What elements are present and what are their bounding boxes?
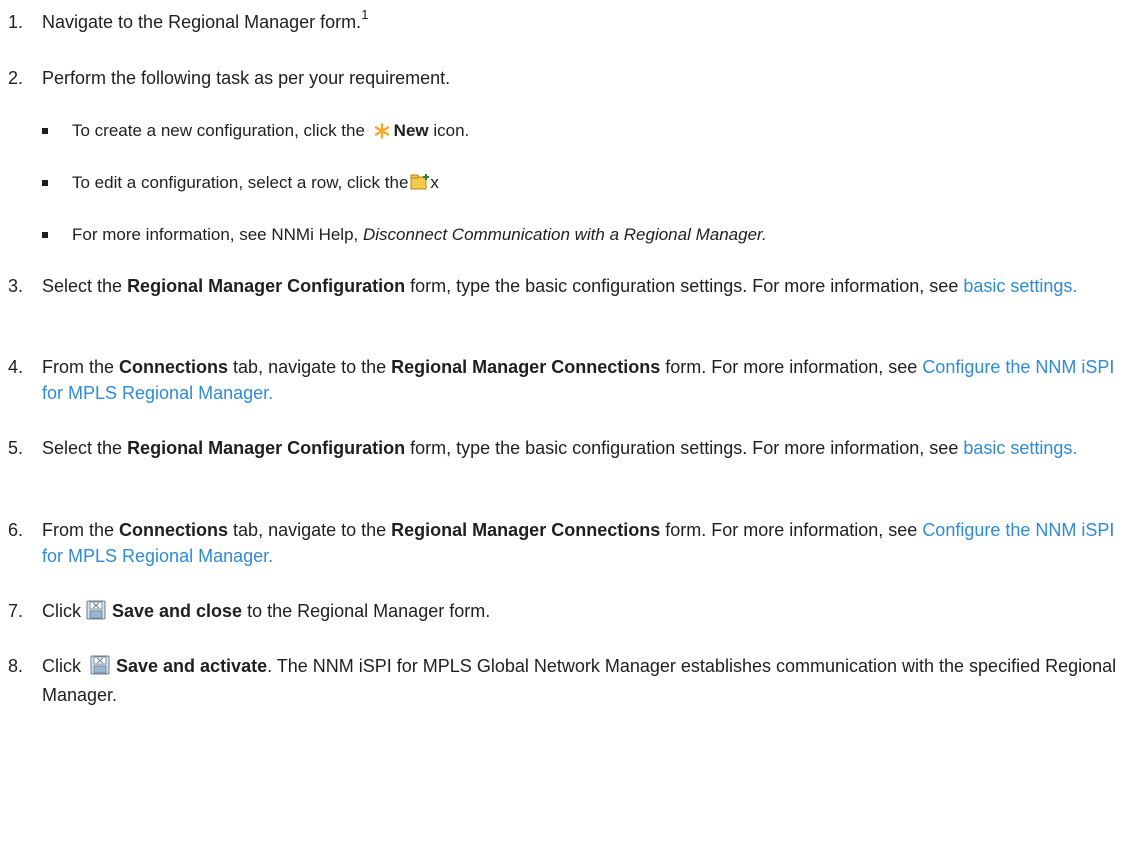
step-text: Navigate to the Regional Manager form. [42,12,362,32]
footnote-ref[interactable]: 1 [361,7,368,22]
bullet [42,232,48,238]
basic-settings-link[interactable]: basic settings. [963,276,1077,296]
new-star-icon[interactable] [374,121,390,147]
step-text: Perform the following task as per your r… [42,68,451,88]
step-number: 7. [8,601,24,621]
new-label: New [393,121,429,140]
save-icon[interactable] [86,600,106,627]
help-topic: Disconnect Communication with a Regional… [362,225,767,244]
step-number: 3. [8,276,24,296]
step-number: 2. [8,68,24,88]
step-number: 4. [8,357,24,377]
bullet [42,180,48,186]
open-folder-icon[interactable] [410,173,430,199]
step-number: 5. [8,438,24,458]
save-icon[interactable] [90,655,110,682]
bullet [42,128,48,134]
step-number: 1. [8,12,24,32]
basic-settings-link[interactable]: basic settings. [963,438,1077,458]
step-number: 8. [8,656,24,676]
document: 1. Navigate to the Regional Manager form… [8,7,1117,705]
step-number: 6. [8,520,24,540]
